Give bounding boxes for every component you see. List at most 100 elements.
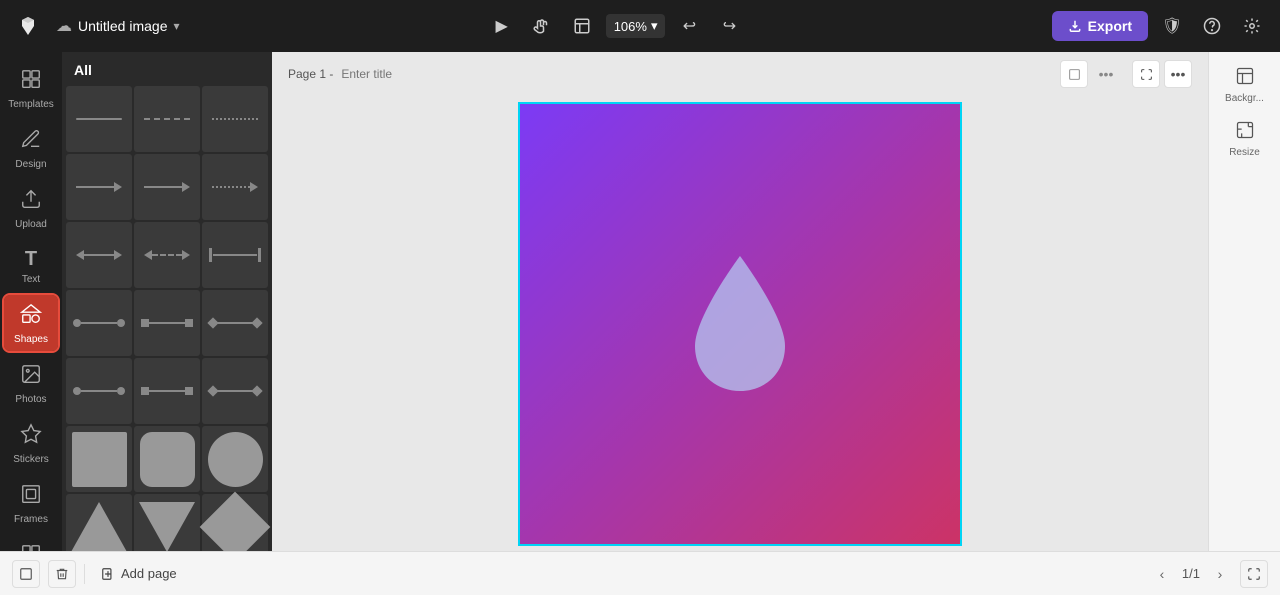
canvas-icon-button[interactable]	[1060, 60, 1088, 88]
delete-page-button[interactable]	[48, 560, 76, 588]
canvas-more-button[interactable]: •••	[1092, 60, 1120, 88]
canvas-scroll	[272, 96, 1208, 551]
settings-button[interactable]	[1236, 10, 1268, 42]
shapes-grid	[62, 86, 272, 551]
templates-label: Templates	[8, 99, 54, 110]
shape-arrow-right-2[interactable]	[134, 154, 200, 220]
right-panel: Backgr... Resize	[1208, 52, 1280, 551]
background-label: Backgr...	[1225, 93, 1264, 104]
next-page-button[interactable]: ›	[1208, 562, 1232, 586]
templates-icon	[20, 68, 42, 96]
topbar: ☁ Untitled image ▾ ▶ 106% ▾ ↩ ↪ Export 🛡	[0, 0, 1280, 52]
play-button[interactable]: ▶	[486, 10, 518, 42]
sidebar-item-upload[interactable]: Upload	[4, 180, 58, 236]
more-options-button[interactable]: •••	[1164, 60, 1192, 88]
shape-line-dotted[interactable]	[202, 86, 268, 152]
upload-icon	[20, 188, 42, 216]
sidebar-item-collage[interactable]: Collage	[4, 535, 58, 551]
expand-pages-button[interactable]	[1240, 560, 1268, 588]
shape-arrow-dotted-right[interactable]	[202, 154, 268, 220]
shape-diamond[interactable]	[202, 494, 268, 551]
shape-line-solid[interactable]	[66, 86, 132, 152]
shape-circle[interactable]	[202, 426, 268, 492]
page-label-bar: Page 1 - ••• •••	[272, 52, 1208, 96]
design-icon	[20, 128, 42, 156]
shape-handle-line-4[interactable]	[66, 358, 132, 424]
canvas-frame	[520, 104, 960, 544]
layout-button[interactable]	[566, 10, 598, 42]
resize-icon	[1235, 120, 1255, 145]
shape-handle-line-2[interactable]	[134, 290, 200, 356]
design-label: Design	[15, 159, 46, 170]
page-toolbar: •••	[1132, 60, 1192, 88]
doc-info: ☁ Untitled image ▾	[56, 16, 180, 36]
add-page-label: Add page	[121, 566, 177, 581]
canvas-background[interactable]	[520, 104, 960, 544]
frames-icon	[20, 483, 42, 511]
shape-square[interactable]	[66, 426, 132, 492]
text-icon: T	[25, 248, 37, 271]
prev-page-button[interactable]: ‹	[1150, 562, 1174, 586]
shield-button[interactable]: 🛡	[1156, 10, 1188, 42]
photos-icon	[20, 363, 42, 391]
shape-line-dashed[interactable]	[134, 86, 200, 152]
page-label: Page 1 -	[288, 67, 333, 81]
main-content: Templates Design Upload T Text Shapes	[0, 52, 1280, 551]
page-options-button[interactable]	[12, 560, 40, 588]
shape-triangle-up[interactable]	[66, 494, 132, 551]
topbar-right: Export 🛡	[1052, 10, 1268, 42]
page-title-input[interactable]	[341, 67, 496, 81]
zoom-level: 106%	[614, 19, 647, 34]
zoom-chevron-icon: ▾	[651, 18, 658, 34]
right-panel-resize[interactable]: Resize	[1215, 114, 1275, 164]
photos-label: Photos	[15, 394, 46, 405]
zoom-control[interactable]: 106% ▾	[606, 14, 666, 38]
topbar-center: ▶ 106% ▾ ↩ ↪	[188, 10, 1044, 42]
sidebar-item-frames[interactable]: Frames	[4, 475, 58, 531]
shape-triangle-down[interactable]	[134, 494, 200, 551]
shapes-panel-header: All	[62, 52, 272, 86]
hand-tool-button[interactable]	[526, 10, 558, 42]
bottom-right: ‹ 1/1 ›	[1150, 560, 1268, 588]
add-page-button[interactable]: Add page	[93, 562, 185, 585]
shape-handle-line-6[interactable]	[202, 358, 268, 424]
fullscreen-button[interactable]	[1132, 60, 1160, 88]
frames-label: Frames	[14, 514, 48, 525]
shape-line-end-bars[interactable]	[202, 222, 268, 288]
background-icon	[1235, 66, 1255, 91]
text-label: Text	[22, 274, 40, 285]
cloud-icon: ☁	[56, 16, 72, 36]
shape-arrow-both-1[interactable]	[66, 222, 132, 288]
sidebar-nav: Templates Design Upload T Text Shapes	[0, 52, 62, 551]
redo-button[interactable]: ↪	[713, 10, 745, 42]
upload-label: Upload	[15, 219, 47, 230]
sidebar-item-design[interactable]: Design	[4, 120, 58, 176]
app-logo[interactable]	[12, 10, 44, 42]
right-panel-background[interactable]: Backgr...	[1215, 60, 1275, 110]
bottom-divider	[84, 564, 85, 584]
canvas-area: Page 1 - ••• •••	[272, 52, 1208, 551]
stickers-label: Stickers	[13, 454, 49, 465]
sidebar-item-photos[interactable]: Photos	[4, 355, 58, 411]
shapes-label: Shapes	[14, 334, 48, 345]
shape-rounded-square[interactable]	[134, 426, 200, 492]
water-drop-shape	[685, 251, 795, 396]
doc-name[interactable]: Untitled image	[78, 18, 168, 34]
shape-handle-line-5[interactable]	[134, 358, 200, 424]
sidebar-item-templates[interactable]: Templates	[4, 60, 58, 116]
sidebar-item-shapes[interactable]: Shapes	[4, 295, 58, 351]
stickers-icon	[20, 423, 42, 451]
collage-icon	[20, 543, 42, 551]
shape-arrow-both-2[interactable]	[134, 222, 200, 288]
undo-button[interactable]: ↩	[673, 10, 705, 42]
sidebar-item-stickers[interactable]: Stickers	[4, 415, 58, 471]
export-button[interactable]: Export	[1052, 11, 1148, 41]
help-button[interactable]	[1196, 10, 1228, 42]
canvas-corner-icons: •••	[1060, 60, 1120, 88]
doc-chevron-icon[interactable]: ▾	[174, 19, 180, 33]
shape-handle-line-3[interactable]	[202, 290, 268, 356]
shape-arrow-right[interactable]	[66, 154, 132, 220]
shapes-panel: All	[62, 52, 272, 551]
sidebar-item-text[interactable]: T Text	[4, 240, 58, 291]
shape-handle-line-1[interactable]	[66, 290, 132, 356]
